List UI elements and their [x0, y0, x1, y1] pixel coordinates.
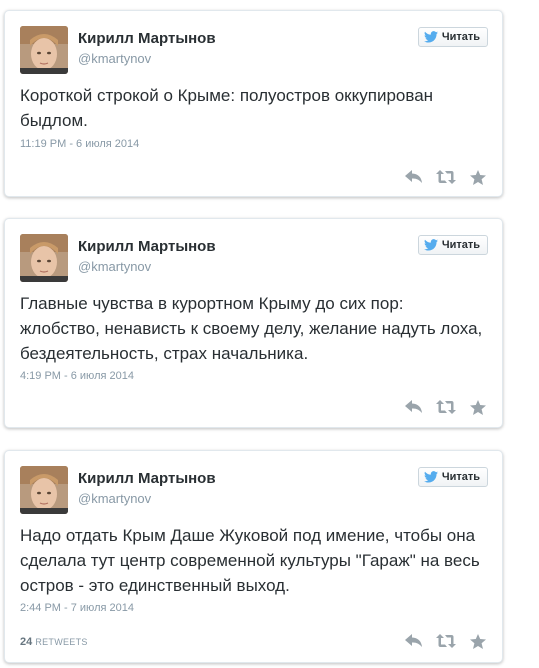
follow-button[interactable]: Читать — [417, 467, 488, 487]
twitter-bird-icon — [423, 471, 438, 483]
avatar[interactable] — [20, 234, 68, 282]
follow-label: Читать — [441, 31, 480, 43]
favorite-icon[interactable] — [468, 399, 488, 415]
tweet-actions — [404, 169, 488, 185]
author-name[interactable]: Кирилл Мартынов — [78, 30, 216, 47]
avatar[interactable] — [20, 466, 68, 514]
retweet-icon[interactable] — [436, 399, 456, 415]
author-name[interactable]: Кирилл Мартынов — [78, 470, 216, 487]
retweet-count[interactable]: 24 RETWEETS — [20, 636, 88, 648]
tweet-actions — [404, 633, 488, 649]
follow-button[interactable]: Читать — [417, 235, 488, 255]
retweet-icon[interactable] — [436, 169, 456, 185]
avatar[interactable] — [20, 26, 68, 74]
follow-label: Читать — [441, 471, 480, 483]
reply-icon[interactable] — [404, 633, 424, 649]
reply-icon[interactable] — [404, 399, 424, 415]
tweet-card: Кирилл Мартынов @kmartynov Читать Надо о… — [4, 450, 503, 663]
reply-icon[interactable] — [404, 169, 424, 185]
tweet-date[interactable]: 11:19 PM - 6 июля 2014 — [20, 138, 139, 150]
tweet-text: Короткой строкой о Крыме: полуостров окк… — [20, 86, 434, 130]
twitter-bird-icon — [423, 31, 438, 43]
author-handle[interactable]: @kmartynov — [78, 491, 151, 506]
retweet-count-value: 24 — [20, 636, 33, 648]
tweet-card: Кирилл Мартынов @kmartynov Читать Коротк… — [4, 10, 503, 197]
favorite-icon[interactable] — [468, 169, 488, 185]
author-name[interactable]: Кирилл Мартынов — [78, 238, 216, 255]
tweet-date[interactable]: 4:19 PM - 6 июля 2014 — [20, 370, 134, 382]
favorite-icon[interactable] — [468, 633, 488, 649]
tweet-actions — [404, 399, 488, 415]
twitter-bird-icon — [423, 239, 438, 251]
follow-label: Читать — [441, 239, 480, 251]
follow-button[interactable]: Читать — [417, 27, 488, 47]
author-handle[interactable]: @kmartynov — [78, 259, 151, 274]
tweet-text: Надо отдать Крым Даше Жуковой под имение… — [20, 526, 480, 595]
tweet-date[interactable]: 2:44 PM - 7 июля 2014 — [20, 602, 134, 614]
author-handle[interactable]: @kmartynov — [78, 51, 151, 66]
retweet-count-label: RETWEETS — [35, 637, 88, 647]
retweet-icon[interactable] — [436, 633, 456, 649]
tweet-text: Главные чувства в курортном Крыму до сих… — [20, 294, 483, 363]
tweet-card: Кирилл Мартынов @kmartynov Читать Главны… — [4, 218, 503, 428]
